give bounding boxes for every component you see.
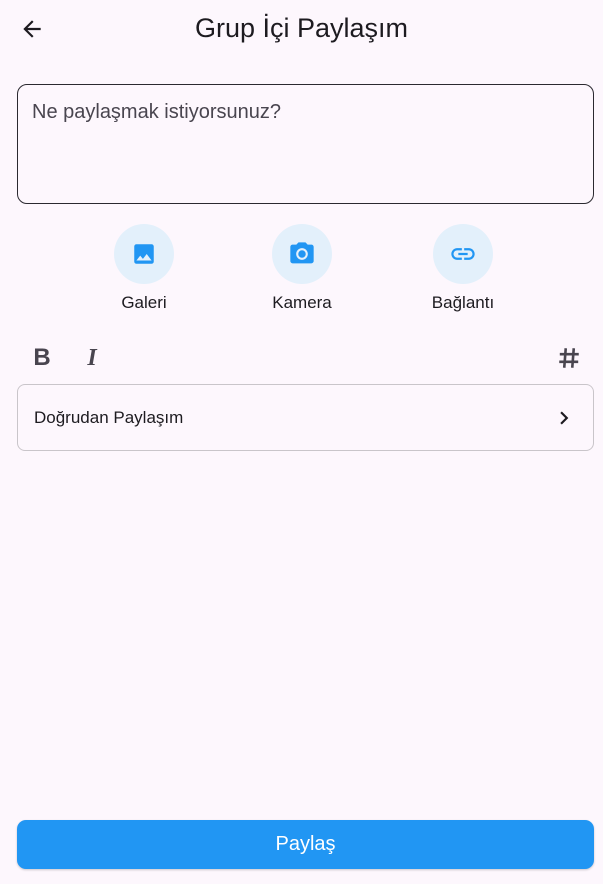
camera-button[interactable]: Kamera — [247, 224, 357, 314]
image-icon — [134, 244, 154, 264]
page-title: Grup İçi Paylaşım — [194, 13, 409, 43]
link-button[interactable]: Bağlantı — [408, 224, 518, 314]
gallery-icon-circle — [114, 224, 174, 284]
camera-icon — [290, 242, 314, 264]
link-icon-circle — [433, 224, 493, 284]
camera-label: Kamera — [272, 293, 332, 312]
link-icon — [451, 248, 475, 260]
camera-icon-circle — [272, 224, 332, 284]
chevron-right-icon — [560, 411, 569, 424]
post-text-input[interactable] — [17, 84, 594, 204]
italic-button[interactable]: I — [76, 342, 108, 374]
share-button[interactable]: Paylaş — [17, 820, 594, 869]
hashtag-icon — [559, 348, 579, 368]
hashtag-button[interactable] — [553, 342, 585, 374]
gallery-label: Galeri — [121, 293, 167, 312]
bold-button[interactable]: B — [26, 342, 58, 374]
link-label: Bağlantı — [431, 293, 495, 312]
direct-share-row[interactable]: Doğrudan Paylaşım — [17, 384, 594, 451]
gallery-button[interactable]: Galeri — [89, 224, 199, 314]
direct-share-label: Doğrudan Paylaşım — [34, 407, 184, 427]
app-bar: Grup İçi Paylaşım — [0, 0, 603, 58]
